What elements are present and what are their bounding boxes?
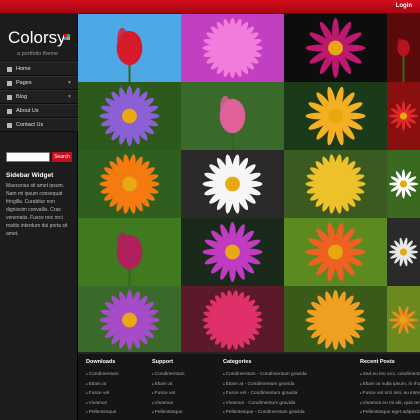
footer-downloads: Downloads CondimentumEtiam atFusce velVi… — [86, 359, 146, 418]
purple-daisy-photo[interactable] — [78, 286, 181, 354]
red-tulips-photo[interactable] — [78, 14, 181, 82]
photo-gallery — [78, 14, 420, 354]
nav-item-home[interactable]: Home — [0, 62, 78, 76]
dark-daisy-photo[interactable] — [387, 218, 420, 286]
orange-gerbera-photo[interactable] — [78, 150, 181, 218]
search-input[interactable] — [6, 152, 50, 162]
footer-heading: Categories — [223, 359, 252, 365]
white-daisy-photo[interactable] — [181, 150, 284, 218]
footer-heading: Recent Posts — [360, 359, 395, 365]
butterfly-flower-photo[interactable] — [284, 218, 387, 286]
sidebar: Colorsy a portfolio theme Home Pages ▼ Bl… — [0, 14, 78, 420]
footer-heading: Support — [152, 359, 174, 365]
chevron-down-icon: ▼ — [67, 80, 72, 86]
main-nav: Home Pages ▼ Blog ▼ About Us Contact Us — [0, 62, 78, 132]
pages-icon — [7, 81, 12, 86]
search-form: Search — [6, 152, 72, 162]
sidebar-widget-title: Sidebar Widget — [6, 172, 54, 179]
nav-item-blog[interactable]: Blog ▼ — [0, 90, 78, 104]
search-button[interactable]: Search — [52, 152, 72, 162]
orange-flower-field-photo[interactable] — [387, 286, 420, 354]
osteospermum-photo[interactable] — [181, 218, 284, 286]
logo-squares-icon — [64, 34, 70, 40]
nav-item-about[interactable]: About Us — [0, 104, 78, 118]
footer-categories: Categories Condimentum - Condimentum gra… — [223, 359, 343, 418]
contact-icon — [7, 123, 12, 128]
yellow-pink-flower-photo[interactable] — [284, 150, 387, 218]
footer-support: Support CondimentumEtiam atFusce velViva… — [152, 359, 212, 418]
lilies-photo[interactable] — [78, 218, 181, 286]
red-leaves-photo[interactable] — [387, 14, 420, 82]
sidebar-widget-text: Maecenas sit amet ipsum. Nam mi ipsum co… — [6, 183, 68, 237]
red-daisies-photo[interactable] — [387, 82, 420, 150]
purple-asters-photo[interactable] — [78, 82, 181, 150]
pink-dahlia-photo[interactable] — [181, 14, 284, 82]
white-flowers-photo[interactable] — [387, 150, 420, 218]
nav-item-pages[interactable]: Pages ▼ — [0, 76, 78, 90]
pink-dahlia-photo-2[interactable] — [181, 286, 284, 354]
footer-recent-posts: Recent Posts Sed eu leo orci, condimentu… — [360, 359, 420, 418]
nav-item-contact[interactable]: Contact Us — [0, 118, 78, 132]
home-icon — [7, 67, 12, 72]
dark-pink-flowers-photo[interactable] — [284, 14, 387, 82]
blog-icon — [7, 95, 12, 100]
site-tagline: a portfolio theme — [17, 51, 58, 57]
top-bar: Login — [0, 0, 420, 14]
site-logo[interactable]: Colorsy — [8, 28, 66, 48]
login-link[interactable]: Login — [396, 3, 412, 9]
pink-tulip-photo[interactable] — [181, 82, 284, 150]
orange-dahlia-photo[interactable] — [284, 286, 387, 354]
mixed-gerberas-photo[interactable] — [284, 82, 387, 150]
footer-heading: Downloads — [86, 359, 116, 365]
footer: Downloads CondimentumEtiam atFusce velVi… — [78, 352, 420, 420]
about-icon — [7, 109, 12, 114]
chevron-down-icon: ▼ — [67, 94, 72, 100]
